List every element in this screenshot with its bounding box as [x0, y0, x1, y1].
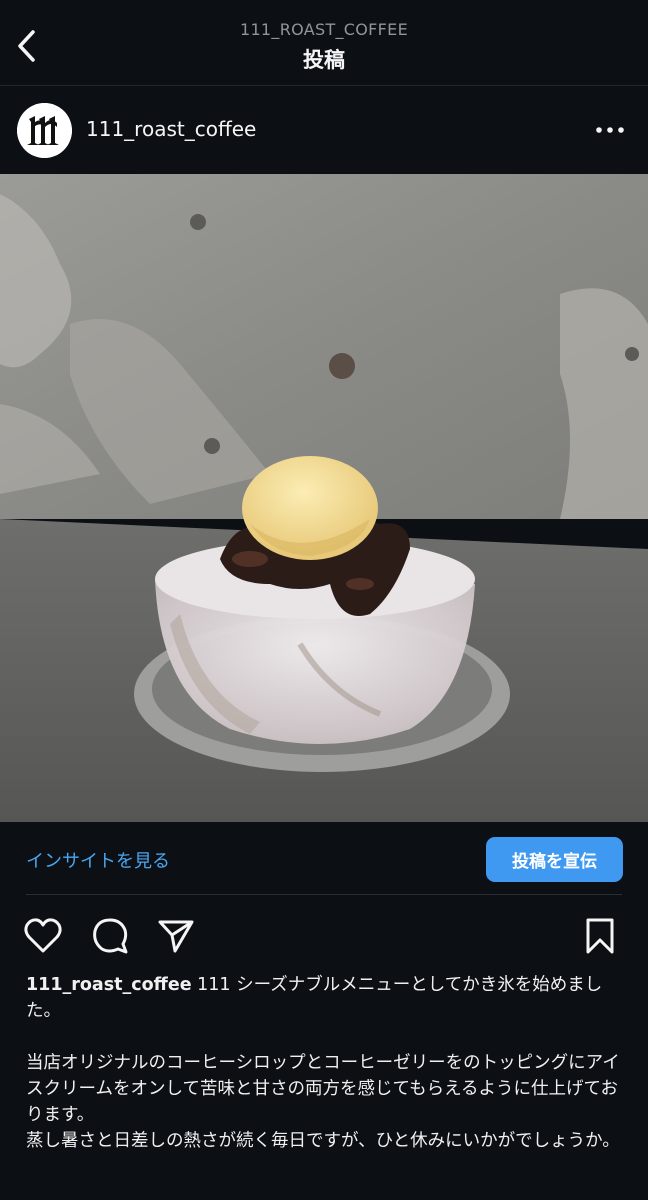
heart-icon — [24, 918, 62, 953]
post-username[interactable]: 111_roast_coffee — [86, 117, 256, 141]
caption-paragraph-2: 当店オリジナルのコーヒーシロップとコーヒーゼリーをのトッピングにアイスクリームを… — [26, 1053, 620, 1125]
insights-row: インサイトを見る 投稿を宣伝 — [0, 822, 648, 894]
more-options-button[interactable] — [590, 116, 630, 144]
caption-first-paragraph: 111_roast_coffee 111 シーズナブルメニューとしてかき氷を始め… — [26, 972, 622, 1024]
share-button[interactable] — [154, 914, 198, 958]
brand-logo — [17, 103, 72, 158]
view-insights-link[interactable]: インサイトを見る — [26, 847, 170, 873]
save-button[interactable] — [578, 914, 622, 958]
share-icon — [158, 920, 194, 953]
post-actions — [0, 905, 648, 965]
caption-username[interactable]: 111_roast_coffee — [26, 975, 192, 995]
like-button[interactable] — [21, 914, 65, 958]
post-photo-illustration — [0, 174, 648, 822]
avatar[interactable] — [17, 103, 72, 158]
divider — [26, 894, 622, 895]
top-bar: 111_ROAST_COFFEE 投稿 — [0, 0, 648, 86]
comment-icon — [93, 918, 128, 954]
post-image[interactable] — [0, 174, 648, 822]
comment-button[interactable] — [88, 914, 132, 958]
caption-paragraph-3: 蒸し暑さと日差しの熱さが続く毎日ですが、ひと休みにいかがでしょうか。 — [26, 1131, 620, 1151]
bookmark-icon — [586, 918, 614, 954]
promote-post-button[interactable]: 投稿を宣伝 — [486, 837, 623, 882]
post-caption: 111_roast_coffee 111 シーズナブルメニューとしてかき氷を始め… — [26, 972, 622, 1154]
more-options-icon — [596, 127, 624, 133]
page-title: 投稿 — [303, 48, 345, 72]
post-header: 111_roast_coffee — [0, 86, 648, 174]
account-subtitle: 111_ROAST_COFFEE — [239, 20, 409, 39]
